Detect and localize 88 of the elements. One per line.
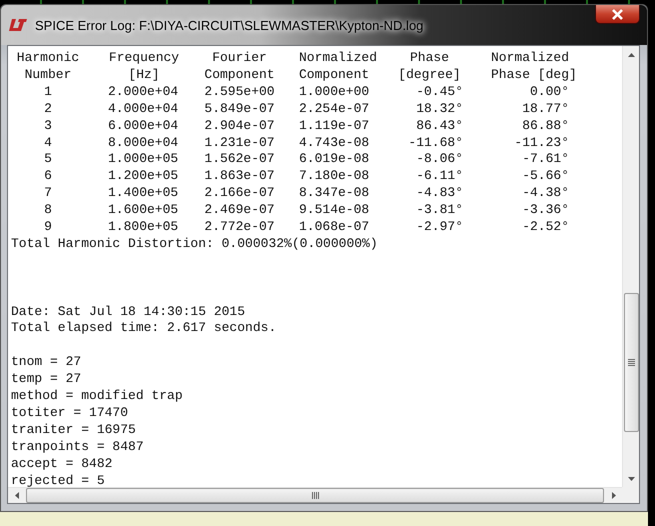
log-line: temp = 27 <box>11 371 82 388</box>
table-cell: -7.61° <box>522 151 569 166</box>
table-cell: 18.77° <box>522 100 569 116</box>
scroll-down-icon[interactable] <box>628 476 634 480</box>
log-line: tranpoints = 8487 <box>11 438 144 456</box>
column-header: [Hz] <box>128 66 160 82</box>
grip-icon <box>312 492 318 499</box>
table-cell: 2.469e-07 <box>204 202 275 218</box>
table-cell: 6.000e+04 <box>108 118 178 133</box>
table-cell: 1.068e-07 <box>299 219 370 234</box>
log-line: traniter = 16975 <box>11 422 136 439</box>
table-cell: -11.68° <box>408 134 463 150</box>
table-cell: -0.45° <box>416 84 463 99</box>
table-cell: -4.83° <box>416 185 463 200</box>
table-cell: 2.904e-07 <box>204 118 275 133</box>
table-cell: 9 <box>44 219 52 234</box>
table-cell: 2.772e-07 <box>204 219 275 234</box>
table-cell: 1.000e+05 <box>108 151 178 166</box>
close-button[interactable] <box>595 5 640 24</box>
table-cell: 1.200e+05 <box>108 168 178 184</box>
table-cell: 3 <box>44 118 52 133</box>
table-cell: 7 <box>44 185 52 200</box>
table-cell: 86.43° <box>416 118 463 133</box>
table-cell: 8.347e-08 <box>299 185 370 200</box>
column-header: Component <box>204 66 275 82</box>
column-header: Number <box>24 66 72 82</box>
table-cell: 0.00° <box>530 84 569 99</box>
scroll-up-icon[interactable] <box>628 52 634 56</box>
table-cell: 1.800e+05 <box>108 219 178 234</box>
table-cell: -11.23° <box>514 134 569 150</box>
column-header: [degree] <box>398 66 461 82</box>
scrollbar-thumb[interactable] <box>624 293 638 432</box>
table-cell: 2.595e+00 <box>204 84 275 99</box>
table-cell: 1.231e-07 <box>204 134 275 150</box>
column-header: Phase [deg] <box>491 66 577 82</box>
table-cell: 2.254e-07 <box>299 100 370 116</box>
scrollbar-thumb[interactable] <box>26 488 604 503</box>
table-cell: 1 <box>44 84 52 99</box>
table-cell: 2 <box>44 100 52 116</box>
log-line: tnom = 27 <box>11 354 82 372</box>
table-cell: 4.000e+04 <box>108 100 178 116</box>
column-header: Phase <box>410 50 449 65</box>
table-cell: 4 <box>44 134 52 150</box>
scroll-left-icon[interactable] <box>14 492 18 499</box>
scroll-right-icon[interactable] <box>612 492 616 499</box>
table-cell: 2.166e-07 <box>204 185 275 200</box>
log-line: Total elapsed time: 2.617 seconds. <box>11 320 276 338</box>
app-logo-icon <box>9 19 27 31</box>
table-cell: 1.400e+05 <box>108 185 178 200</box>
log-line: method = modified trap <box>11 388 183 405</box>
distortion-summary: Total Harmonic Distortion: 0.000032%(0.000000%) <box>11 236 378 253</box>
table-cell: 8.000e+04 <box>108 134 178 150</box>
table-cell: 86.88° <box>522 118 569 133</box>
log-line: totiter = 17470 <box>11 404 128 422</box>
table-cell: 1.562e-07 <box>204 151 275 166</box>
table-cell: 5.849e-07 <box>204 100 275 116</box>
table-cell: 2.000e+04 <box>108 84 178 99</box>
table-cell: -2.97° <box>416 219 463 234</box>
table-cell: -3.81° <box>416 202 463 218</box>
grip-icon <box>628 359 634 366</box>
log-line: Date: Sat Jul 18 14:30:15 2015 <box>11 304 246 320</box>
table-cell: 4.743e-08 <box>299 134 370 150</box>
table-cell: -3.36° <box>522 202 569 218</box>
column-header: Normalized <box>491 50 570 65</box>
table-cell: 6 <box>44 168 52 184</box>
log-line: accept = 8482 <box>11 456 112 473</box>
column-header: Component <box>299 66 370 82</box>
column-header: Fourier <box>212 50 267 65</box>
column-header: Frequency <box>108 50 180 65</box>
table-cell: 9.514e-08 <box>299 202 370 218</box>
table-cell: 1.119e-07 <box>299 118 370 133</box>
table-cell: 1.863e-07 <box>204 168 275 184</box>
table-cell: -2.52° <box>522 219 569 234</box>
log-line: rejected = 5 <box>11 472 105 487</box>
table-cell: 1.000e+00 <box>299 84 370 99</box>
table-cell: 18.32° <box>416 100 463 116</box>
table-cell: -4.38° <box>522 185 569 200</box>
column-header: Normalized <box>299 50 378 65</box>
table-cell: -5.66° <box>522 168 569 184</box>
column-header: Harmonic <box>16 50 80 65</box>
table-cell: 5 <box>44 151 52 166</box>
table-cell: 8 <box>44 202 52 218</box>
table-cell: -6.11° <box>416 168 463 184</box>
table-cell: 1.600e+05 <box>108 202 178 218</box>
table-cell: 6.019e-08 <box>299 151 370 166</box>
table-cell: -8.06° <box>416 151 463 166</box>
table-cell: 7.180e-08 <box>299 168 370 184</box>
close-icon <box>611 8 624 20</box>
